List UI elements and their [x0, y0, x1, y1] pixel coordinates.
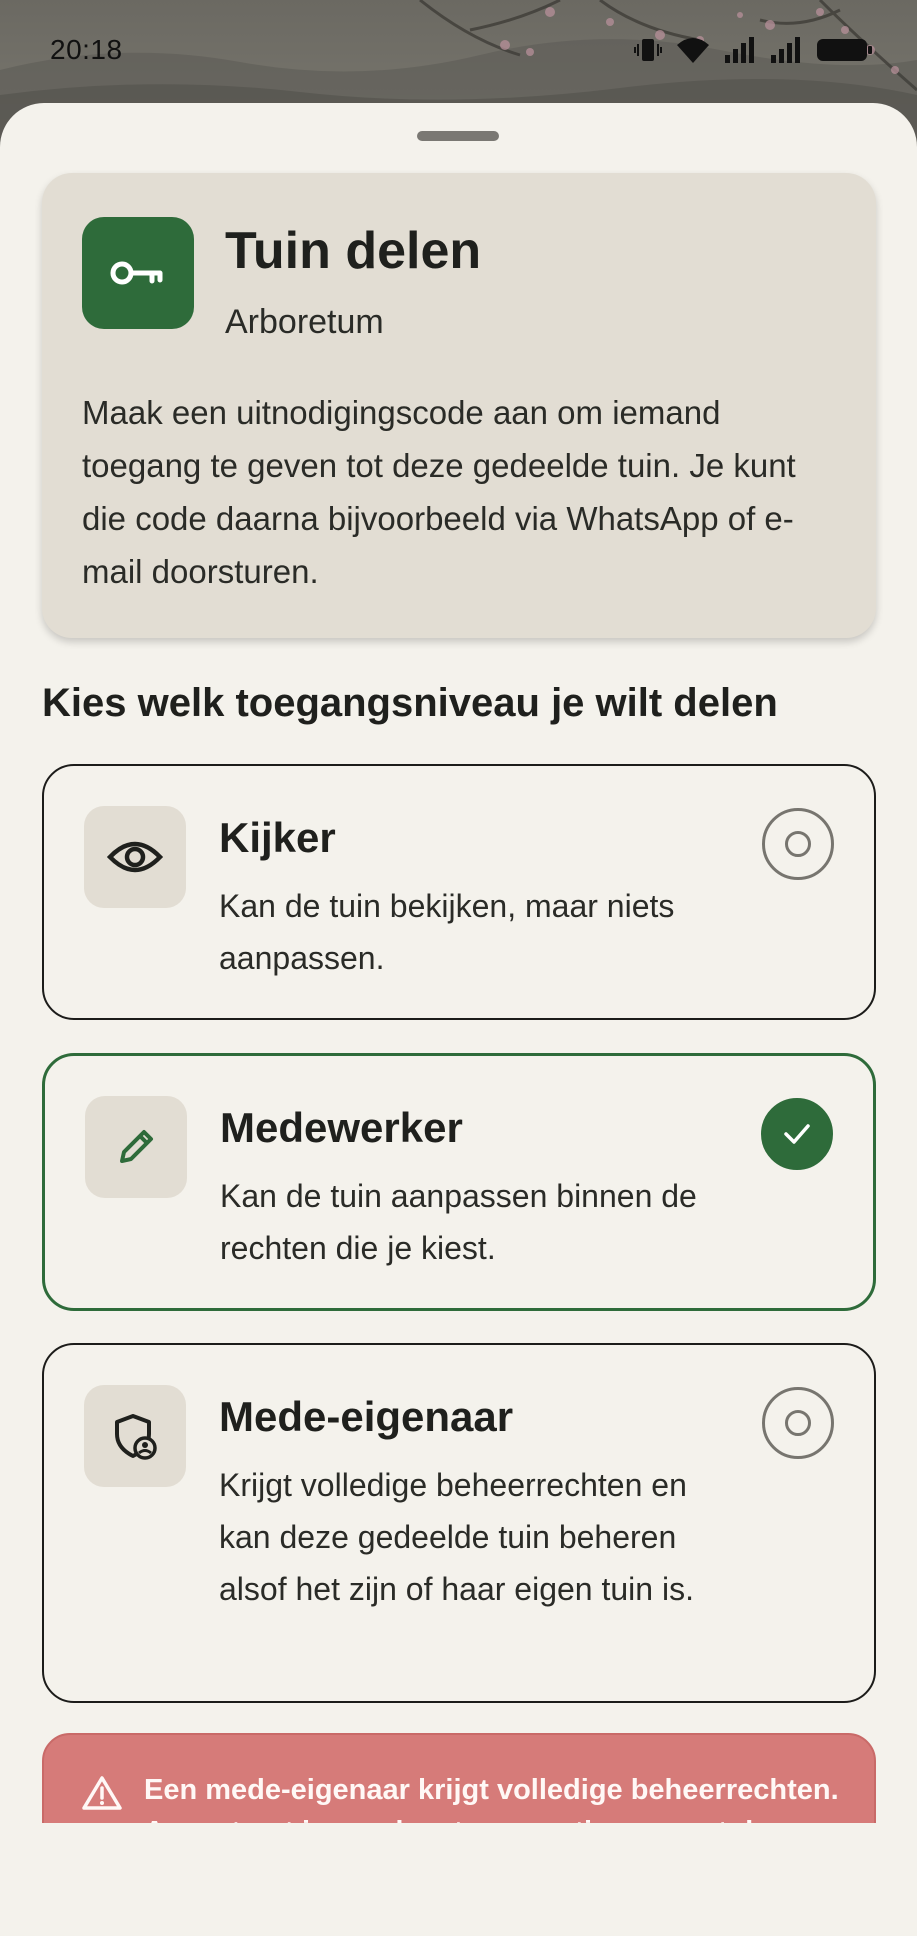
warning-icon [82, 1775, 122, 1816]
option-collaborator[interactable]: Medewerker Kan de tuin aanpassen binnen … [42, 1053, 876, 1311]
option-description: Krijgt volledige beheerrechten en kan de… [219, 1467, 694, 1607]
clock: 20:18 [50, 34, 123, 65]
pencil-icon [85, 1096, 187, 1198]
drag-handle[interactable] [417, 131, 499, 141]
radio-unselected[interactable] [762, 1387, 834, 1459]
eye-icon [84, 806, 186, 908]
signal-icon-2 [769, 35, 803, 65]
radio-unselected[interactable] [762, 808, 834, 880]
option-title: Mede-eigenaar [219, 1393, 514, 1440]
header-description: Maak een uitnodigingscode aan om iemand … [82, 394, 796, 590]
status-icons [633, 35, 873, 65]
section-heading: Kies welk toegangsniveau je wilt delen [42, 681, 778, 725]
garden-name: Arboretum [225, 303, 384, 341]
wifi-icon [675, 35, 711, 65]
option-viewer[interactable]: Kijker Kan de tuin bekijken, maar niets … [42, 764, 876, 1020]
shield-user-icon [84, 1385, 186, 1487]
battery-icon [815, 35, 873, 65]
header-card: Tuin delen Arboretum Maak een uitnodigin… [42, 173, 876, 638]
key-icon [82, 217, 194, 329]
sheet-bottom [0, 1823, 917, 1936]
status-bar: 20:18 [0, 0, 917, 100]
option-description: Kan de tuin bekijken, maar niets aanpass… [219, 888, 675, 976]
option-co-owner[interactable]: Mede-eigenaar Krijgt volledige beheerrec… [42, 1343, 876, 1703]
option-title: Kijker [219, 814, 336, 861]
option-description: Kan de tuin aanpassen binnen de rechten … [220, 1178, 697, 1266]
check-icon[interactable] [761, 1098, 833, 1170]
page-title: Tuin delen [225, 222, 482, 280]
option-title: Medewerker [220, 1104, 463, 1151]
vibrate-icon [633, 35, 663, 65]
share-garden-sheet: Tuin delen Arboretum Maak een uitnodigin… [0, 103, 917, 1936]
signal-icon-1 [723, 35, 757, 65]
